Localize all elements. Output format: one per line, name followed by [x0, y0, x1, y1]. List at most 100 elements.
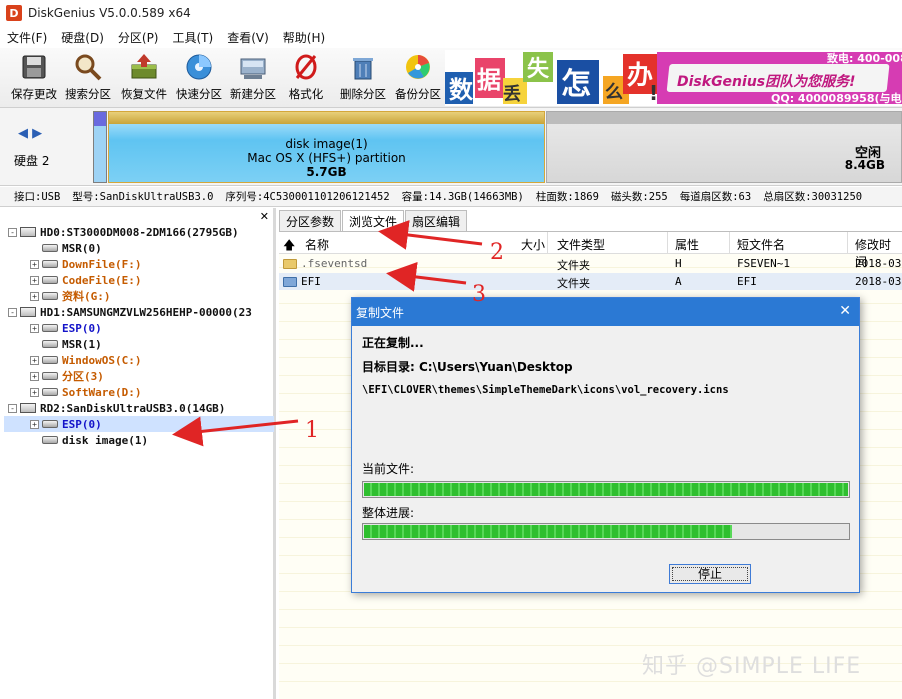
- tab-partition-params[interactable]: 分区参数: [279, 210, 342, 231]
- tree-partition-node[interactable]: + CodeFile(E:): [4, 272, 274, 288]
- tree-node-label: 分区(3): [62, 370, 104, 383]
- partition-esp-block[interactable]: [93, 111, 107, 183]
- tree-connector: [30, 436, 39, 445]
- menu-partition[interactable]: 分区(P): [111, 29, 166, 46]
- save-changes-button[interactable]: 保存更改: [8, 52, 60, 104]
- partition-icon: [42, 244, 58, 252]
- backup-icon: [403, 52, 433, 82]
- col-size[interactable]: 大小: [521, 236, 545, 253]
- file-type: 文件夹: [557, 277, 590, 290]
- expand-icon[interactable]: +: [30, 419, 39, 429]
- tree-partition-node[interactable]: disk image(1): [4, 432, 274, 448]
- copy-status: 正在复制...: [362, 336, 424, 350]
- recover-files-button[interactable]: 恢复文件: [117, 52, 171, 104]
- tree-partition-node[interactable]: + SoftWare(D:): [4, 384, 274, 400]
- tree-node-label: disk image(1): [62, 433, 149, 447]
- collapse-icon[interactable]: -: [8, 227, 17, 237]
- banner-char: 据: [477, 66, 501, 94]
- disk-tree-panel: ✕ - HD0:ST3000DM008-2DM166(2795GB) MSR(0) +…: [0, 208, 276, 699]
- new-partition-button[interactable]: 新建分区: [227, 52, 279, 104]
- expand-icon[interactable]: +: [30, 387, 39, 397]
- tree-partition-node[interactable]: + WindowOS(C:): [4, 352, 274, 368]
- quick-partition-button[interactable]: 快速分区: [173, 52, 225, 104]
- partition-icon: [42, 420, 58, 428]
- expand-icon[interactable]: +: [30, 323, 39, 333]
- banner-qq: QQ: 4000089958(与电: [771, 91, 902, 105]
- current-file-progress-fill: [364, 483, 848, 496]
- search-partition-button[interactable]: 搜索分区: [62, 52, 114, 104]
- format-button[interactable]: 格式化: [283, 52, 329, 104]
- disk-nav-arrows[interactable]: ◀ ▶: [18, 126, 42, 141]
- banner-char: 丢: [503, 84, 521, 105]
- tree-partition-node[interactable]: + ESP(0): [4, 416, 274, 432]
- current-file-label: 当前文件:: [362, 462, 415, 476]
- overall-progress-bar: [362, 523, 850, 540]
- tree-partition-node[interactable]: + 资料(G:): [4, 288, 274, 304]
- stop-button[interactable]: 停止: [669, 564, 751, 584]
- tree-node-label: RD2:SanDiskUltraUSB3.0(14GB): [40, 401, 226, 415]
- folder-icon: [283, 259, 297, 269]
- tab-browse-files[interactable]: 浏览文件: [342, 210, 405, 232]
- menu-tools[interactable]: 工具(T): [166, 29, 221, 46]
- menu-disk[interactable]: 硬盘(D): [54, 29, 111, 46]
- hard-disk-icon: [20, 307, 36, 317]
- expand-icon[interactable]: +: [30, 355, 39, 365]
- partition-icon: [42, 356, 58, 364]
- menu-view[interactable]: 查看(V): [220, 29, 276, 46]
- col-type[interactable]: 文件类型: [557, 236, 605, 253]
- partition-disk-image-block[interactable]: disk image(1) Mac OS X (HFS+) partition …: [108, 111, 545, 183]
- collapse-icon[interactable]: -: [8, 403, 17, 413]
- tree-disk-node[interactable]: - RD2:SanDiskUltraUSB3.0(14GB): [4, 400, 274, 416]
- up-folder-icon[interactable]: 🡅: [283, 236, 295, 257]
- watermark: 知乎 @SIMPLE LIFE: [642, 654, 862, 679]
- partition-icon: [42, 372, 58, 380]
- tree-partition-node[interactable]: + ESP(0): [4, 320, 274, 336]
- expand-icon[interactable]: +: [30, 275, 39, 285]
- backup-partition-button[interactable]: 备份分区: [392, 52, 444, 104]
- toolbar-label: 新建分区: [230, 87, 276, 101]
- toolbar-label: 恢复文件: [121, 87, 167, 101]
- tab-sector-editor[interactable]: 扇区编辑: [405, 210, 468, 231]
- expand-icon[interactable]: +: [30, 291, 39, 301]
- free-space-block[interactable]: 空闲 8.4GB: [546, 111, 902, 183]
- tree-disk-node[interactable]: - HD1:SAMSUNGMZVLW256HEHP-00000(23: [4, 304, 274, 320]
- tree-node-label: SoftWare(D:): [62, 385, 142, 399]
- overall-progress-fill: [364, 525, 732, 538]
- tree-partition-node[interactable]: MSR(0): [4, 240, 274, 256]
- file-row-efi[interactable]: EFI 文件夹 A EFI 2018-03-: [279, 273, 902, 290]
- file-row-fseventsd[interactable]: .fseventsd 文件夹 H FSEVEN~1 2018-03-: [279, 255, 902, 272]
- arrow-right-icon[interactable]: ▶: [32, 126, 42, 141]
- partition-icon: [42, 324, 58, 332]
- col-shortname[interactable]: 短文件名: [737, 236, 785, 253]
- free-size: 8.4GB: [844, 158, 885, 172]
- tree-partition-node[interactable]: + 分区(3): [4, 368, 274, 384]
- col-name[interactable]: 名称: [305, 236, 329, 253]
- close-icon[interactable]: ✕: [839, 303, 851, 319]
- file-attr: H: [675, 257, 682, 270]
- arrow-left-icon[interactable]: ◀: [18, 126, 28, 141]
- file-name: EFI: [301, 275, 321, 288]
- tree-disk-node[interactable]: - HD0:ST3000DM008-2DM166(2795GB): [4, 224, 274, 240]
- tree-node-label: ESP(0): [62, 417, 102, 431]
- menu-help[interactable]: 帮助(H): [276, 29, 332, 46]
- right-panel-tabs: 分区参数 浏览文件 扇区编辑: [279, 210, 468, 232]
- tree-panel-close-icon[interactable]: ✕: [260, 210, 269, 223]
- partition-icon: [42, 436, 58, 444]
- tree-partition-node[interactable]: MSR(1): [4, 336, 274, 352]
- tree-partition-node[interactable]: + DownFile(F:): [4, 256, 274, 272]
- ad-banner[interactable]: 数 据 丢 失 怎 么 办 ! DiskGenius团队为您服务! 致电: 40…: [445, 50, 902, 106]
- dialog-title-bar[interactable]: 复制文件 ✕: [352, 298, 859, 326]
- delete-partition-button[interactable]: 删除分区: [337, 52, 389, 104]
- delete-icon: [348, 52, 378, 82]
- banner-slogan: DiskGenius团队为您服务!: [677, 73, 856, 90]
- col-attr[interactable]: 属性: [675, 236, 699, 253]
- expand-icon[interactable]: +: [30, 371, 39, 381]
- menu-file[interactable]: 文件(F): [0, 29, 54, 46]
- collapse-icon[interactable]: -: [8, 307, 17, 317]
- tree-connector: [30, 244, 39, 253]
- overall-progress-label: 整体进展:: [362, 506, 415, 520]
- dialog-title: 复制文件: [356, 305, 405, 320]
- file-mtime: 2018-03-: [855, 275, 902, 288]
- disk-tree: - HD0:ST3000DM008-2DM166(2795GB) MSR(0) + Do…: [4, 224, 274, 448]
- expand-icon[interactable]: +: [30, 259, 39, 269]
